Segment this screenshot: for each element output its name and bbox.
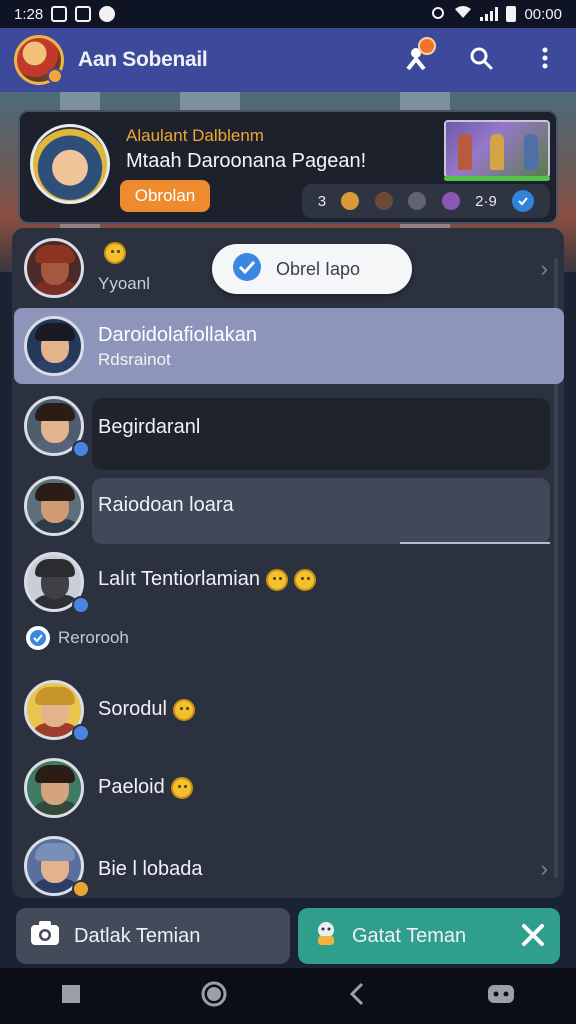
list-item-name-text: Paeloid xyxy=(98,776,165,798)
more-vertical-icon xyxy=(541,46,549,75)
search-button[interactable] xyxy=(464,43,498,77)
emoji-icon xyxy=(265,568,288,591)
promo-card[interactable]: Alaulant Dalblenm Mtaah Daroonana Pagean… xyxy=(18,110,558,224)
list-item-name: Bie l lobada xyxy=(98,858,203,880)
find-friends-button[interactable]: Datlak Temian xyxy=(16,908,290,964)
app-bar: Aan Sobenail xyxy=(0,28,576,92)
profile-avatar[interactable] xyxy=(14,35,64,85)
wifi-icon xyxy=(454,5,472,23)
promo-title: Mtaah Daroonana Pagean! xyxy=(126,150,367,172)
friends-list[interactable]: Yyoanl › Daroidolafiollakan Rdsrainot Be… xyxy=(12,228,564,898)
promo-image[interactable] xyxy=(444,120,550,178)
search-icon xyxy=(468,45,494,76)
home-button[interactable] xyxy=(201,981,227,1012)
reaction-count-1: 3 xyxy=(317,192,327,210)
verified-badge-icon xyxy=(72,596,90,614)
bottom-actions: Datlak Temian Gatat Teman xyxy=(0,904,576,968)
promo-avatar xyxy=(30,124,110,204)
back-button[interactable] xyxy=(347,982,367,1011)
list-item[interactable]: Lalıt Tentiorlamian xyxy=(12,544,564,620)
gold-badge-icon xyxy=(72,880,90,898)
list-item-name: Lalıt Tentiorlamian xyxy=(98,568,316,591)
system-nav-bar xyxy=(0,968,576,1024)
list-item[interactable]: Bie l lobada › xyxy=(12,828,564,904)
toast-label: Obrel Iapo xyxy=(276,258,361,279)
check-circle-icon xyxy=(232,252,262,287)
verified-badge-icon xyxy=(72,724,90,742)
list-item-subtitle: Rdsrainot xyxy=(98,350,171,369)
close-icon[interactable] xyxy=(520,922,546,954)
assistant-icon[interactable] xyxy=(486,981,516,1012)
more-menu-button[interactable] xyxy=(528,43,562,77)
chat-button[interactable]: Obrolan xyxy=(120,180,210,212)
reaction-icon xyxy=(374,192,393,210)
find-friends-label: Datlak Temian xyxy=(74,924,201,947)
list-item-name: Sorodul xyxy=(98,698,195,721)
reaction-icon xyxy=(341,192,360,210)
battery-icon xyxy=(506,6,517,22)
avatar xyxy=(24,476,84,536)
signal-icon xyxy=(480,7,499,21)
promo-kicker: Alaulant Dalblenm xyxy=(126,126,264,145)
verified-check-icon xyxy=(512,190,535,212)
status-toast[interactable]: Obrel Iapo xyxy=(212,244,412,294)
list-item-subtitle: Yyoanl xyxy=(98,274,150,293)
chevron-right-icon: › xyxy=(540,256,548,281)
list-item-name: Daroidolafiollakan xyxy=(98,324,257,346)
list-item[interactable]: Sorodul xyxy=(12,672,564,748)
camera-icon xyxy=(30,920,60,952)
reaction-count-3: 9 xyxy=(488,192,497,210)
avatar xyxy=(24,758,84,818)
emoji-icon xyxy=(172,698,195,721)
app-notification-icon xyxy=(75,6,92,22)
status-time: 1:28 xyxy=(14,5,44,23)
avatar-badge xyxy=(47,68,63,84)
emoji-icon xyxy=(170,776,193,799)
list-item[interactable]: Paeloid xyxy=(12,750,564,826)
status-clock: 00:00 xyxy=(524,5,562,23)
avatar xyxy=(24,316,84,376)
add-friend-action-button[interactable]: Gatat Teman xyxy=(298,908,560,964)
list-item-name: Paeloid xyxy=(98,776,193,799)
promo-progress-bar xyxy=(444,176,550,181)
reactions-bar[interactable]: 3 2·9 xyxy=(302,184,550,218)
section-label-text: Rerorooh xyxy=(58,628,129,647)
reaction-count-2: 2 xyxy=(475,192,484,210)
mascot-icon xyxy=(312,919,340,953)
check-circle-icon xyxy=(26,626,50,650)
emoji-icon xyxy=(104,242,126,264)
list-item[interactable]: Raiodoan loara xyxy=(12,468,564,544)
list-item-name-text: Sorodul xyxy=(98,698,167,720)
verified-badge-icon xyxy=(72,440,90,458)
list-item[interactable]: Begirdaranl xyxy=(12,388,564,470)
list-item-selected[interactable]: Daroidolafiollakan Rdsrainot xyxy=(12,308,564,384)
selection-highlight xyxy=(14,308,564,384)
app-title: Aan Sobenail xyxy=(78,48,208,71)
status-bar: 1:28 00:00 xyxy=(0,0,576,28)
add-friend-button[interactable] xyxy=(400,37,436,77)
alarm-icon xyxy=(430,4,446,24)
reaction-icon xyxy=(408,192,427,210)
reaction-icon xyxy=(441,192,460,210)
notification-dot xyxy=(418,37,436,55)
section-label: Rerorooh xyxy=(26,626,129,650)
notification-icon xyxy=(51,6,68,22)
chevron-right-icon: › xyxy=(540,856,548,881)
list-item-name: Begirdaranl xyxy=(98,416,201,438)
avatar xyxy=(24,238,84,298)
sync-icon xyxy=(99,6,116,22)
emoji-icon xyxy=(293,568,316,591)
add-friend-label: Gatat Teman xyxy=(352,924,467,947)
recents-button[interactable] xyxy=(60,983,82,1010)
list-item-name-text: Lalıt Tentiorlamian xyxy=(98,568,260,590)
list-item-name: Raiodoan loara xyxy=(98,494,234,516)
